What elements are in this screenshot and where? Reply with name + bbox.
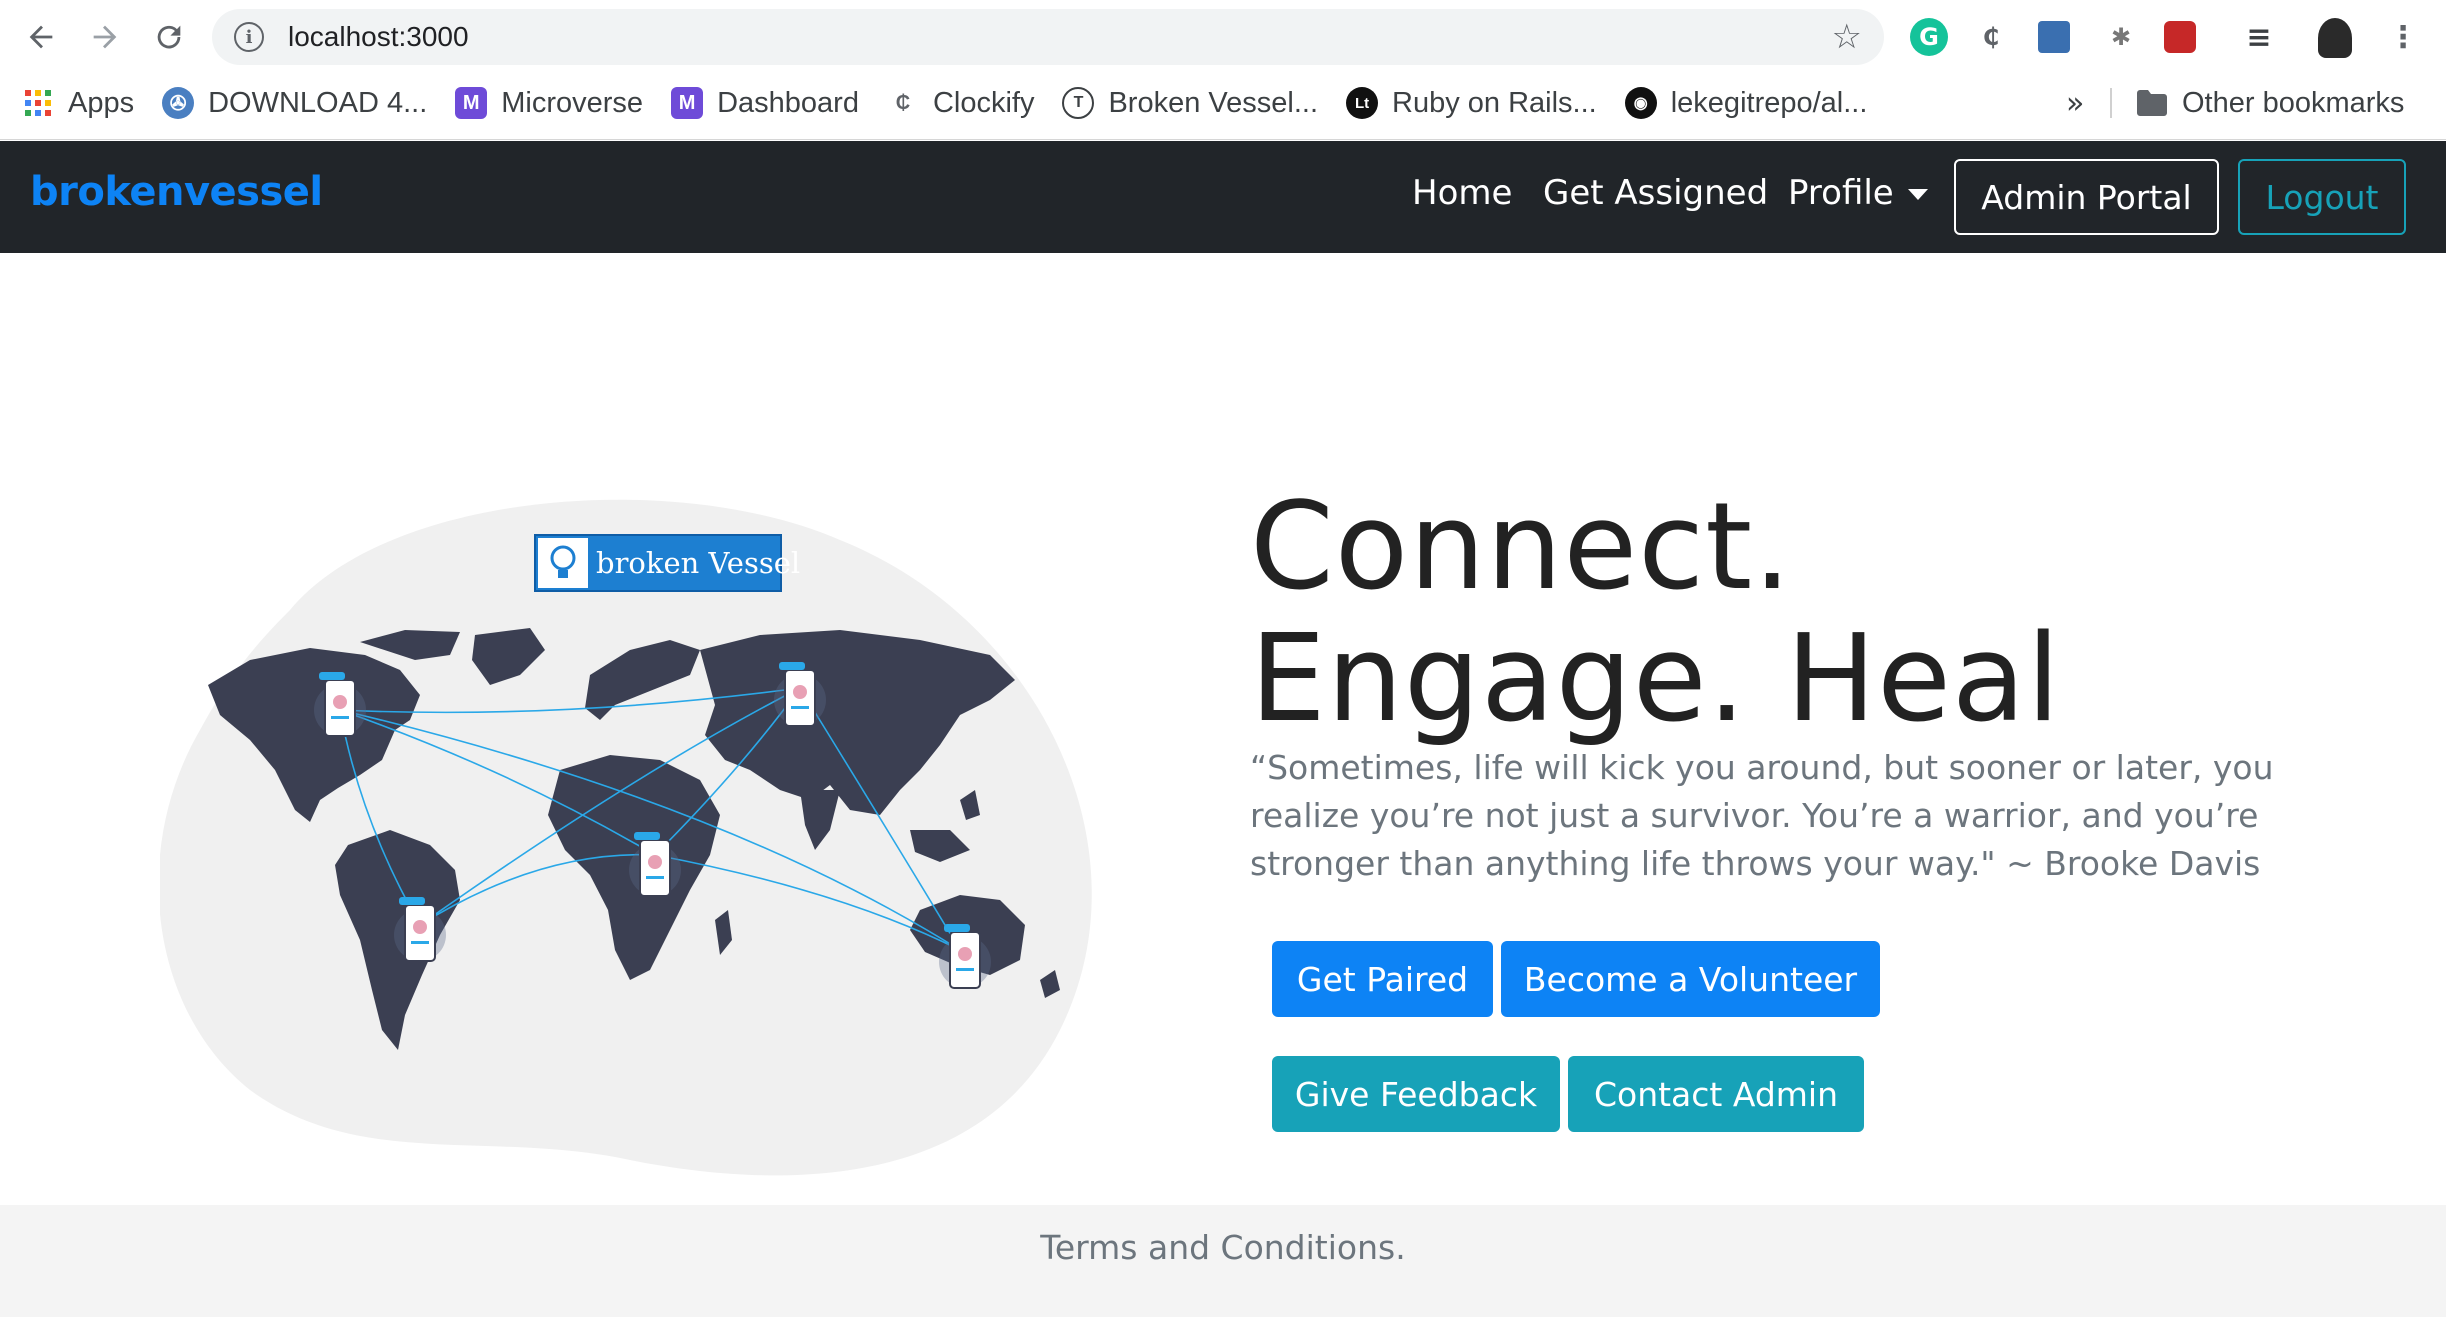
browser-toolbar: i localhost:3000 ☆ G ₵ ✱ ≡ ⋮ [0,0,2446,74]
microverse-icon: M [455,87,488,119]
hero-headline: Connect. Engage. Heal [1250,482,2061,746]
clockify-extension-icon[interactable]: ₵ [1972,18,2010,56]
bookmark-divider [2110,88,2112,118]
other-bookmarks-label: Other bookmarks [2182,86,2405,119]
forward-arrow-icon[interactable] [80,12,130,62]
terms-and-conditions-link[interactable]: Terms and Conditions. [1040,1228,1405,1267]
nav-profile-dropdown[interactable]: Profile [1788,173,1928,213]
bookmark-dashboard[interactable]: M Dashboard [657,78,873,128]
address-bar[interactable]: i localhost:3000 ☆ [212,9,1884,65]
toolbox-extension-icon[interactable] [2038,21,2070,53]
kebab-menu-icon[interactable]: ⋮ [2384,18,2422,56]
back-arrow-icon[interactable] [16,12,66,62]
apps-grid-icon [22,87,54,119]
headline-line-1: Connect. [1250,478,1793,617]
other-bookmarks[interactable]: Other bookmarks [2122,78,2418,128]
clockify-icon: ₵ [895,91,911,114]
folder-icon [2136,87,2168,119]
profile-label: Profile [1788,173,1894,213]
github-icon: ◉ [1624,87,1657,119]
grammarly-icon[interactable]: G [1910,18,1948,56]
world-map-illustration: broken Vessel [158,499,1092,1176]
bookmark-label: Ruby on Rails... [1392,86,1597,119]
bookmark-label: Microverse [501,86,644,119]
url-text[interactable]: localhost:3000 [288,21,469,53]
bookmark-microverse[interactable]: M Microverse [441,78,657,128]
bookmark-label: DOWNLOAD 4... [208,86,428,119]
bookmark-download[interactable]: ✇ DOWNLOAD 4... [148,78,441,128]
bug-extension-icon[interactable]: ✱ [2102,18,2140,56]
get-paired-button[interactable]: Get Paired [1272,941,1493,1017]
media-control-icon[interactable]: ≡ [2240,18,2278,56]
browser-chrome: i localhost:3000 ☆ G ₵ ✱ ≡ ⋮ Apps ✇ DOWN… [0,0,2446,140]
bookmark-clockify[interactable]: ₵ Clockify [873,78,1049,128]
ruby-extension-icon[interactable] [2164,21,2196,53]
lt-circle-icon: Lt [1346,87,1379,119]
logout-button[interactable]: Logout [2238,159,2406,235]
microverse-icon: M [671,87,704,119]
hero-quote: “Sometimes, life will kick you around, b… [1250,748,2274,883]
broken-vessel-logo-badge: broken Vessel [534,534,800,592]
nav-home-link[interactable]: Home [1412,173,1512,213]
reload-icon[interactable] [144,12,194,62]
bookmark-label: lekegitrepo/al... [1670,86,1868,119]
profile-avatar-icon[interactable] [2318,18,2352,58]
bookmark-github-repo[interactable]: ◉ lekegitrepo/al... [1611,78,1882,128]
headline-line-2: Engage. Heal [1250,610,2061,749]
caret-down-icon [1907,189,1928,200]
bookmark-apps[interactable]: Apps [0,78,148,128]
bookmark-broken-vessel[interactable]: T Broken Vessel... [1048,78,1332,128]
admin-portal-button[interactable]: Admin Portal [1954,159,2219,235]
brand-logo[interactable]: brokenvessel [30,169,323,215]
logo-text: broken Vessel [596,546,800,580]
t-circle-icon: T [1062,87,1095,119]
bookmark-label: Apps [68,86,135,119]
nav-get-assigned-link[interactable]: Get Assigned [1543,173,1768,213]
more-bookmarks-chevron[interactable]: » [2066,78,2084,128]
info-icon[interactable]: i [234,22,264,52]
contact-admin-button[interactable]: Contact Admin [1568,1056,1864,1132]
bookmark-label: Broken Vessel... [1108,86,1319,119]
bookmark-ruby-on-rails[interactable]: Lt Ruby on Rails... [1332,78,1611,128]
bookmark-star-icon[interactable]: ☆ [1832,17,1862,57]
bookmark-label: Dashboard [717,86,859,119]
hero-illustration: broken Vessel [158,470,1120,1190]
become-volunteer-button[interactable]: Become a Volunteer [1501,941,1880,1017]
film-reel-icon: ✇ [162,87,195,119]
app-navbar: brokenvessel Home Get Assigned Profile A… [0,141,2446,253]
give-feedback-button[interactable]: Give Feedback [1272,1056,1560,1132]
page-footer: Terms and Conditions. [0,1205,2446,1317]
bookmark-label: Clockify [932,86,1035,119]
